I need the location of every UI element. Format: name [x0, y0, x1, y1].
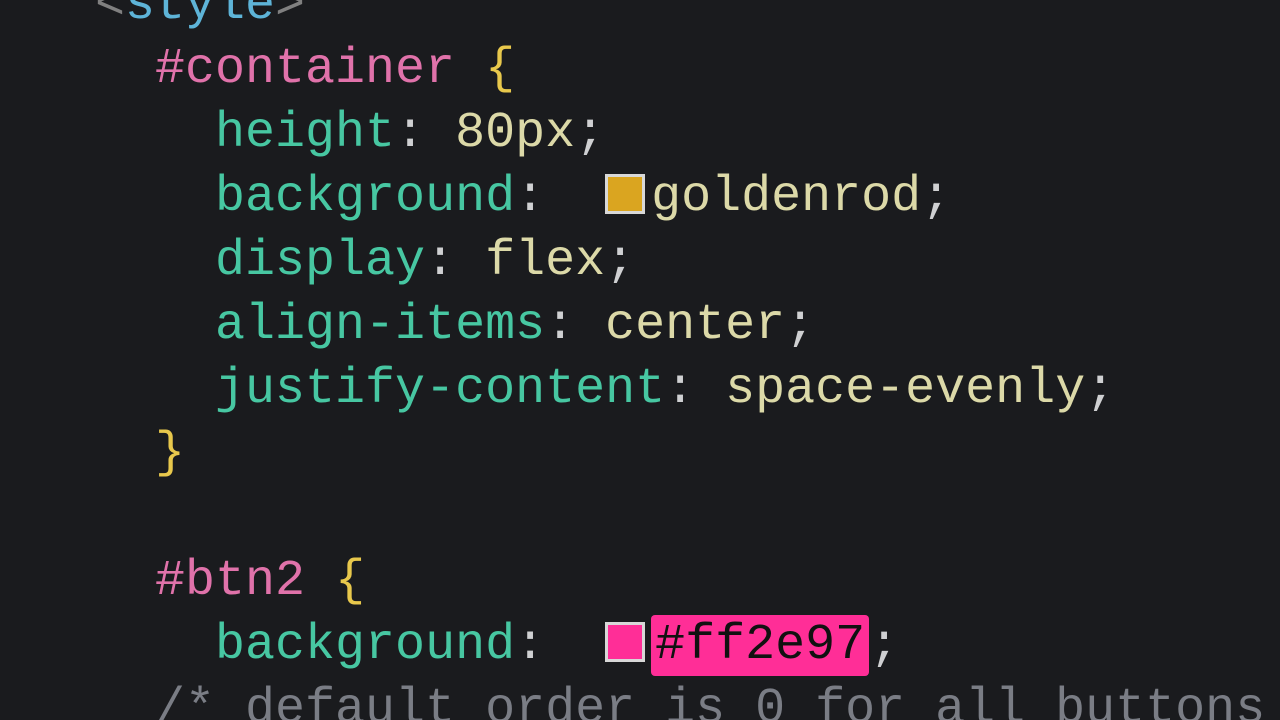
close-brace: }	[155, 425, 185, 482]
open-brace: {	[485, 41, 515, 98]
css-value-selected[interactable]: #ff2e97	[651, 615, 869, 676]
angle-bracket-close: >	[275, 0, 305, 34]
css-property: justify-content	[215, 361, 665, 418]
css-value: 80px	[455, 105, 575, 162]
css-selector-container: #container	[155, 41, 455, 98]
css-property: background	[215, 617, 515, 674]
css-value: flex	[485, 233, 605, 290]
css-selector-btn2: #btn2	[155, 553, 305, 610]
css-comment: /* default order is 0 for all buttons */	[155, 681, 1280, 720]
css-value: goldenrod	[651, 169, 921, 226]
open-brace: {	[335, 553, 365, 610]
color-swatch-pink-icon[interactable]	[605, 622, 645, 662]
code-editor[interactable]: <style> #container { height: 80px; backg…	[0, 0, 1280, 720]
color-swatch-goldenrod-icon[interactable]	[605, 174, 645, 214]
css-property: align-items	[215, 297, 545, 354]
css-value: center	[605, 297, 785, 354]
css-property: display	[215, 233, 425, 290]
css-property: background	[215, 169, 515, 226]
angle-bracket-open: <	[95, 0, 125, 34]
css-value: space-evenly	[725, 361, 1085, 418]
html-tag-style: style	[125, 0, 275, 34]
css-property: height	[215, 105, 395, 162]
